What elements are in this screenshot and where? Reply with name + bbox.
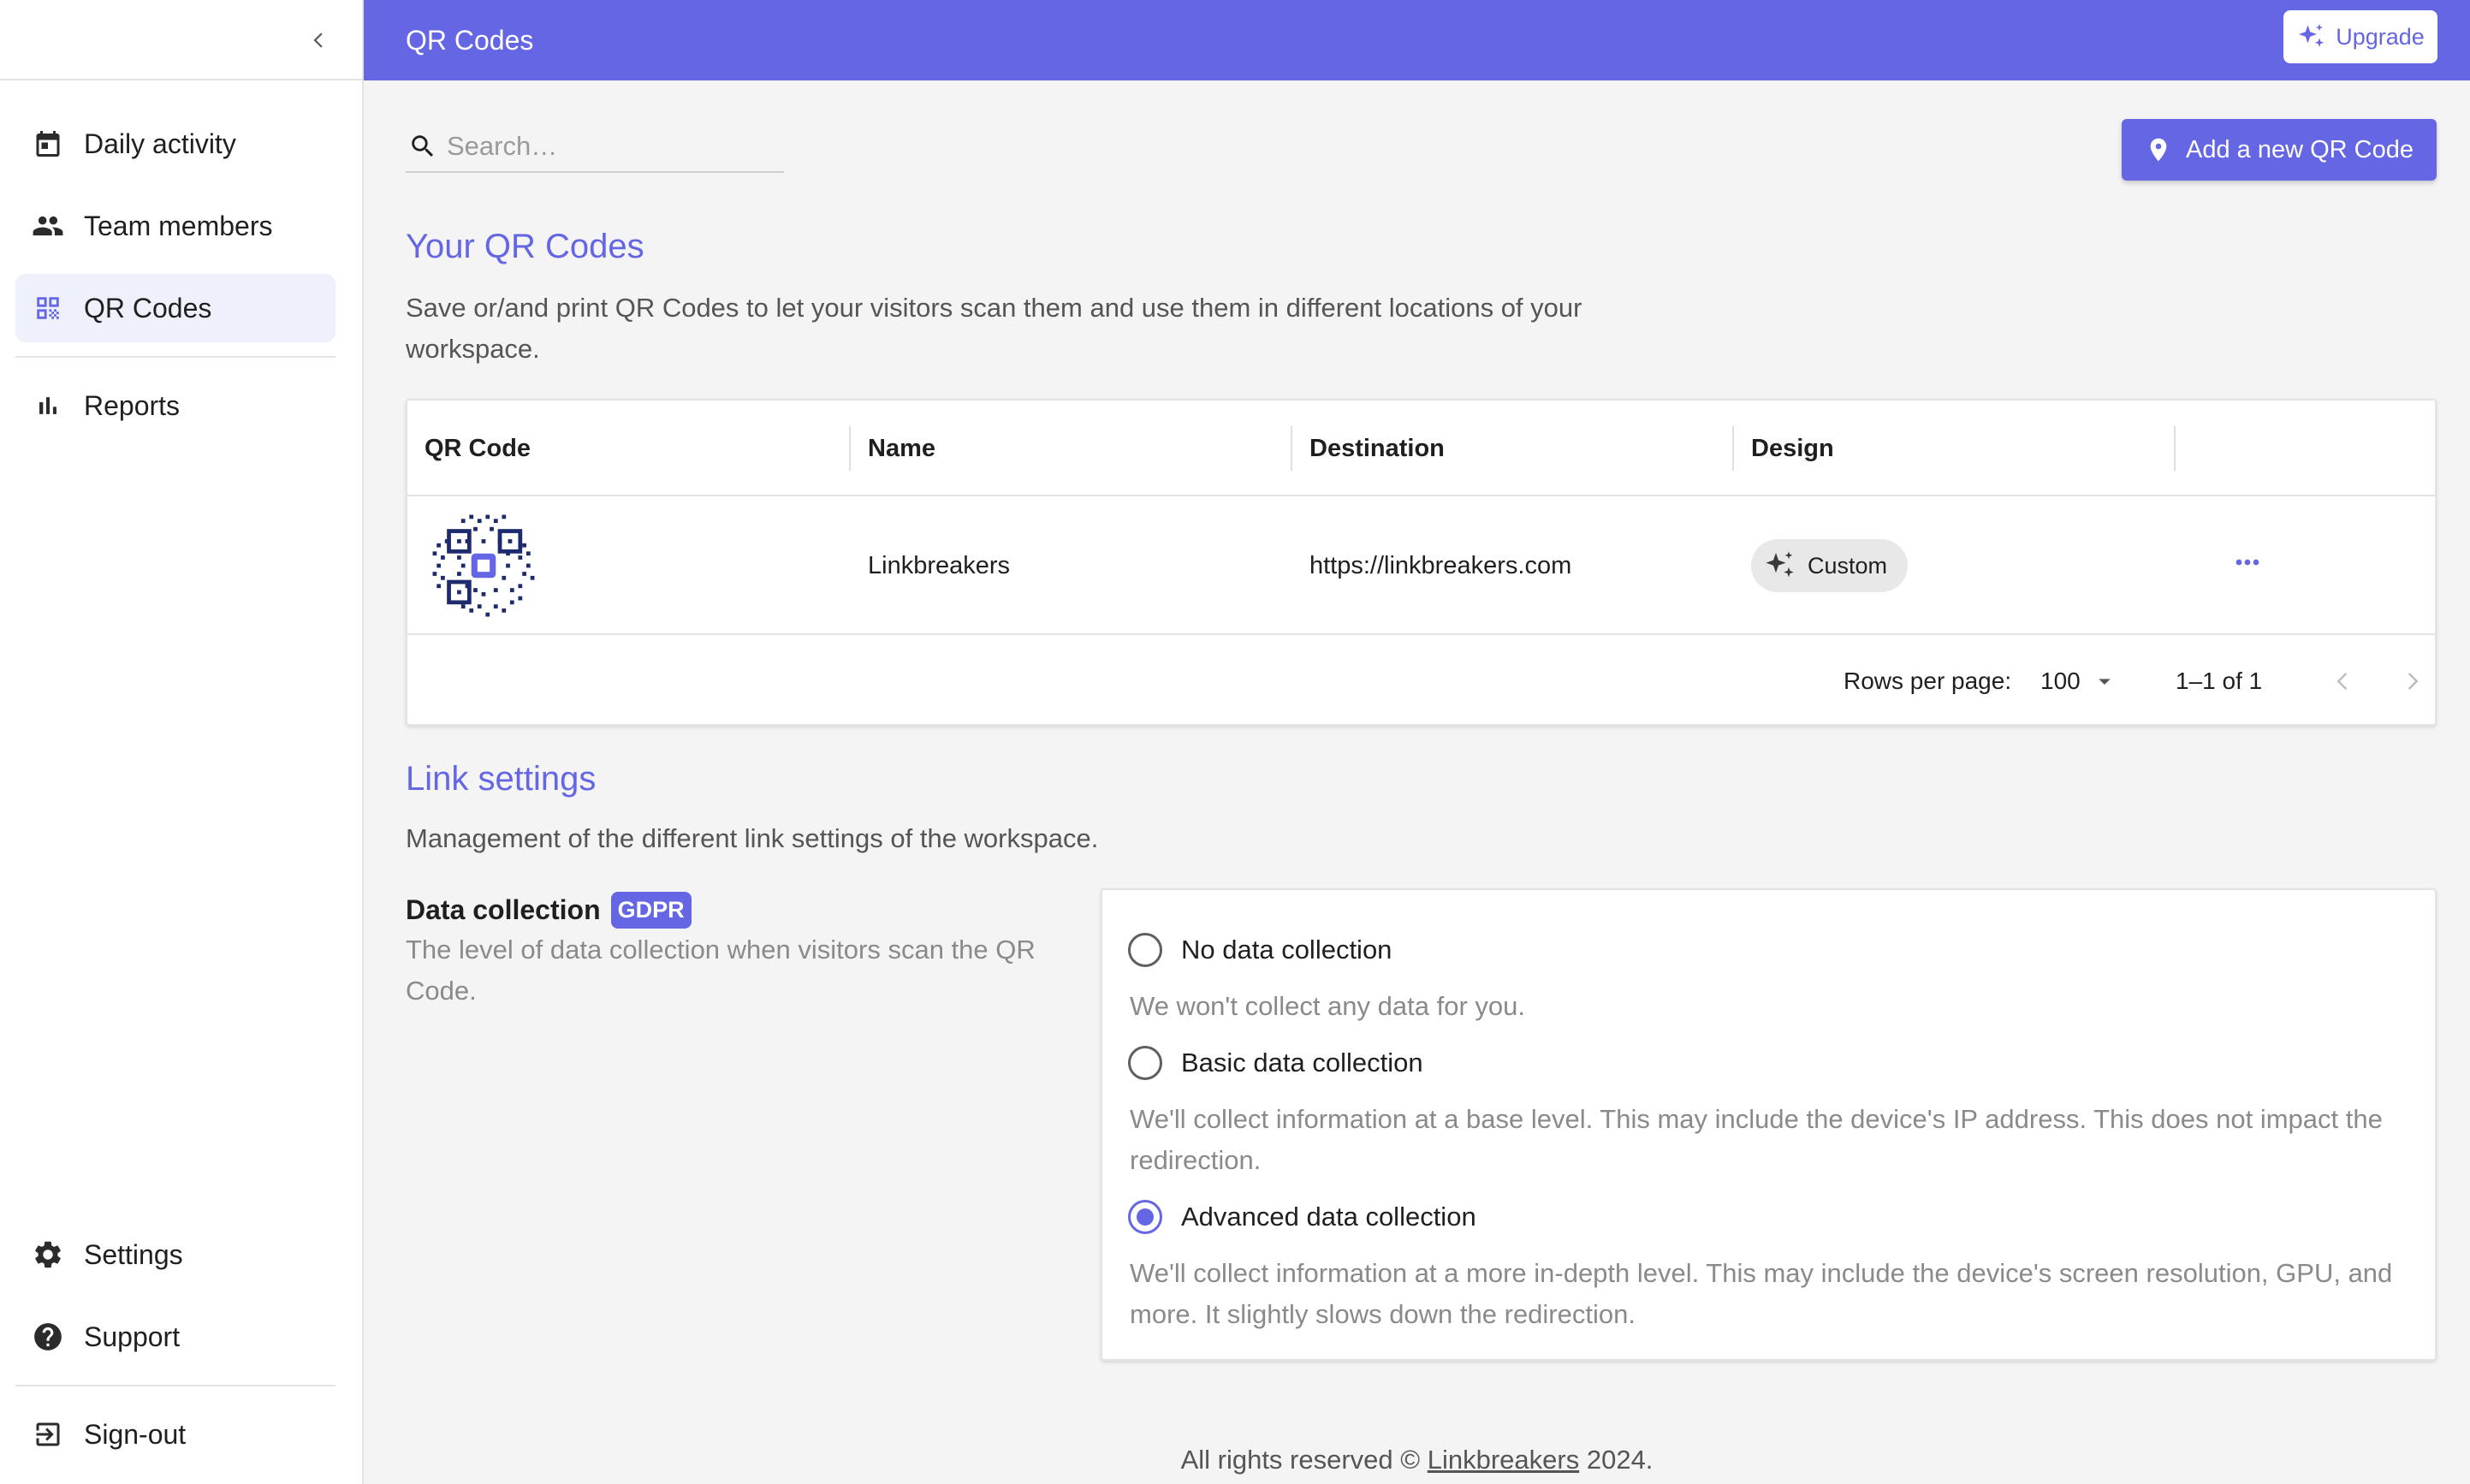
rows-per-page-label: Rows per page: [1844,668,2012,694]
page-title: QR Codes [406,24,534,56]
qr-section-description: Save or/and print QR Codes to let your v… [406,293,1582,364]
column-header-destination[interactable]: Destination [1292,401,1734,496]
sidebar-item-support[interactable]: Support [15,1303,335,1371]
upgrade-label: Upgrade [2336,23,2425,50]
dropdown-arrow-icon [2099,679,2111,685]
sidebar-header [0,0,362,80]
sidebar-item-daily-activity[interactable]: Daily activity [15,110,335,178]
sparkle-icon [2299,24,2325,47]
sidebar-item-settings[interactable]: Settings [15,1220,335,1289]
radio-label: Advanced data collection [1181,1202,1476,1232]
footer-year: 2024. [1586,1445,1654,1475]
footer-copyright: All rights reserved © [1180,1445,1421,1475]
rows-per-page-value: 100 [2040,668,2081,694]
sidebar-item-label: Team members [84,210,273,241]
radio-label: Basic data collection [1181,1048,1423,1077]
sparkle-icon [1766,551,1794,578]
destination-cell: https://linkbreakers.com [1309,551,1572,579]
location-pin-icon [2150,138,2167,162]
search-bar [406,122,784,173]
table-row[interactable]: Linkbreakers https://linkbreakers.com Cu… [407,496,2435,635]
qr-code-cell [407,496,543,635]
column-header-qr-code[interactable]: QR Code [407,401,849,496]
sidebar-item-label: QR Codes [84,292,212,324]
radio-help-text: We'll collect information at a more in-d… [1130,1258,2393,1329]
upgrade-button[interactable]: Upgrade [2283,10,2437,63]
search-icon [406,129,440,163]
app-header: QR Codes Upgrade [364,0,2470,80]
sidebar-item-reports[interactable]: Reports [15,371,335,440]
column-separator [2174,426,2176,471]
design-chip[interactable]: Custom [1751,539,1909,592]
more-actions-icon[interactable] [2230,545,2265,586]
gdpr-badge: GDPR [610,892,692,929]
sidebar: Daily activity Team members QR Codes Rep… [0,0,364,1484]
data-collection-description: The level of data collection when visito… [406,935,1036,1006]
gear-icon [31,1238,65,1272]
design-cell: Custom [1734,496,1909,635]
footer: All rights reserved © Linkbreakers 2024. [364,1445,2470,1475]
sidebar-item-label: Support [84,1321,181,1352]
footer-link[interactable]: Linkbreakers [1428,1445,1579,1475]
radio-no-data-collection[interactable]: No data collection [1128,933,1392,967]
radio-help-text: We won't collect any data for you. [1130,991,1525,1021]
collapse-sidebar-button[interactable] [300,21,339,60]
sidebar-item-label: Reports [84,389,181,421]
radio-button[interactable] [1128,1046,1162,1080]
sidebar-item-team-members[interactable]: Team members [15,192,335,260]
add-qr-code-label: Add a new QR Code [2186,135,2414,163]
link-settings-description: Management of the different link setting… [406,823,1099,853]
previous-page-button[interactable] [2323,661,2364,702]
data-collection-title: Data collection [406,894,601,925]
radio-button-checked[interactable] [1128,1200,1162,1234]
design-label: Custom [1808,552,1888,579]
data-collection-options: No data collection We won't collect any … [1101,888,2437,1361]
radio-label: No data collection [1181,935,1392,965]
sidebar-item-qr-codes[interactable]: QR Codes [15,274,335,342]
data-collection-heading: Data collection GDPR [406,892,692,929]
search-input[interactable] [447,131,772,162]
calendar-icon [31,127,65,161]
sidebar-item-label: Sign-out [84,1418,187,1450]
qr-section-title: Your QR Codes [406,228,644,265]
add-qr-code-button[interactable]: Add a new QR Code [2122,119,2437,181]
table-pagination: Rows per page: 100 1–1 of 1 [407,637,2435,726]
table-header: QR Code Name Destination Design [407,401,2435,496]
help-icon [31,1320,65,1354]
link-settings-title: Link settings [406,760,597,798]
name-cell: Linkbreakers [868,551,1011,579]
sidebar-divider [15,356,335,358]
radio-button[interactable] [1128,933,1162,967]
qr-codes-table: QR Code Name Destination Design Linkbrea… [406,399,2437,726]
radio-advanced-data-collection[interactable]: Advanced data collection [1128,1200,1476,1234]
actions-cell [2213,496,2265,635]
next-page-button[interactable] [2391,661,2432,702]
column-header-name[interactable]: Name [851,401,1292,496]
pagination-range: 1–1 of 1 [2176,668,2263,694]
qr-code-icon [31,291,65,325]
sidebar-item-label: Settings [84,1238,183,1270]
sidebar-item-label: Daily activity [84,128,236,159]
bar-chart-icon [31,389,65,423]
radio-help-text: We'll collect information at a base leve… [1130,1104,2383,1175]
sign-out-icon [31,1417,65,1451]
column-header-design[interactable]: Design [1734,401,2176,496]
sidebar-item-sign-out[interactable]: Sign-out [15,1400,335,1469]
chevron-left-icon [313,33,323,48]
main-content: Add a new QR Code Your QR Codes Save or/… [364,80,2470,1484]
radio-basic-data-collection[interactable]: Basic data collection [1128,1046,1423,1080]
chevron-right-icon [2408,673,2419,690]
rows-per-page-select[interactable]: 100 [2040,668,2118,695]
qr-code-image[interactable] [425,507,543,625]
sidebar-divider [15,1385,335,1386]
chevron-left-icon [2336,673,2348,690]
people-icon [31,209,65,243]
